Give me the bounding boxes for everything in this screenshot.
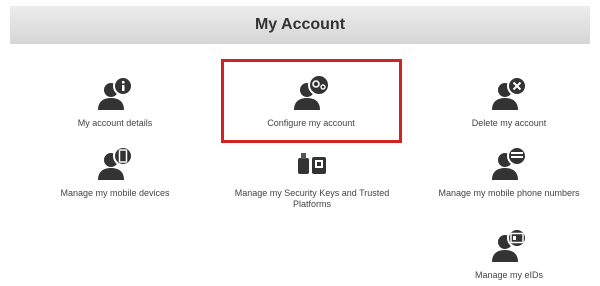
- page-title: My Account: [254, 16, 346, 33]
- tile-label: Manage my Security Keys and Trusted Plat…: [234, 188, 390, 209]
- security-key-icon: [298, 153, 326, 174]
- tile-label: My account details: [77, 118, 153, 128]
- tile-account-details[interactable]: My account details: [30, 76, 200, 129]
- tile-mobile-devices[interactable]: Manage my mobile devices: [30, 146, 200, 199]
- tile-delete-account[interactable]: Delete my account: [424, 76, 594, 129]
- mobile-user-icon: [98, 146, 133, 180]
- tile-label: Delete my account: [471, 118, 547, 128]
- tile-phone-numbers[interactable]: Manage my mobile phone numbers: [424, 146, 594, 199]
- phone-number-user-icon: [492, 146, 527, 180]
- eid-user-icon: [492, 228, 527, 262]
- tile-security-keys[interactable]: Manage my Security Keys and Trusted Plat…: [227, 150, 397, 210]
- tile-label: Manage my mobile phone numbers: [438, 188, 580, 198]
- info-user-icon: [98, 76, 133, 110]
- selection-highlight: [221, 59, 402, 143]
- page-header: My Account: [10, 6, 590, 44]
- tile-label: Manage my mobile devices: [60, 188, 170, 198]
- tile-label: Manage my eIDs: [474, 270, 544, 280]
- delete-user-icon: [492, 76, 527, 110]
- tile-eids[interactable]: Manage my eIDs: [424, 228, 594, 281]
